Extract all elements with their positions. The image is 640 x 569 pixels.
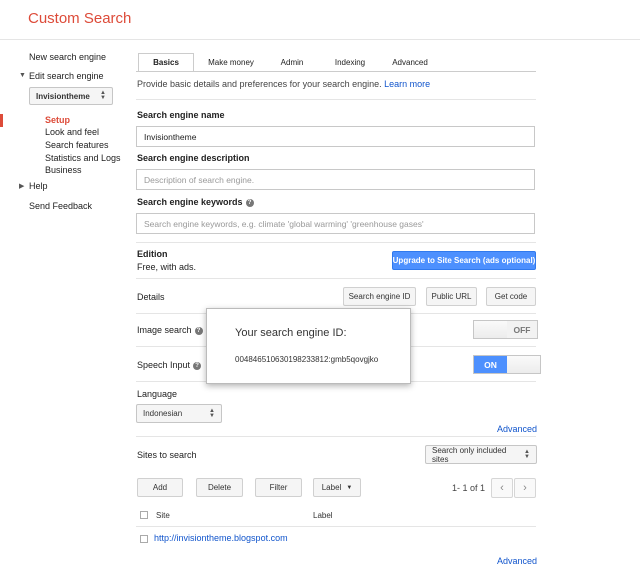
divider bbox=[136, 278, 536, 279]
dropdown-arrow-icon: ▼ bbox=[346, 484, 353, 491]
select-arrows-icon: ▲ ▼ bbox=[209, 407, 215, 419]
sidebar-new-engine-link[interactable]: New search engine bbox=[29, 52, 106, 62]
label-column-header[interactable]: Label bbox=[313, 511, 333, 520]
divider bbox=[136, 526, 536, 527]
divider bbox=[136, 436, 536, 437]
row-checkbox[interactable] bbox=[140, 535, 148, 543]
sidebar-item-statistics[interactable]: Statistics and Logs bbox=[45, 153, 121, 163]
name-input[interactable]: Invisiontheme bbox=[136, 126, 535, 147]
speech-input-label-row: Speech Input? bbox=[137, 360, 202, 370]
active-indicator bbox=[0, 114, 3, 127]
sidebar-edit-engine-link[interactable]: Edit search engine bbox=[29, 71, 104, 81]
speech-input-label: Speech Input bbox=[137, 360, 191, 370]
speech-input-toggle[interactable]: ON bbox=[473, 355, 541, 374]
pager-text: 1- 1 of 1 bbox=[452, 483, 486, 493]
sidebar-feedback-link[interactable]: Send Feedback bbox=[29, 201, 92, 211]
keywords-label-row: Search engine keywords? bbox=[137, 197, 254, 207]
description-input[interactable]: Description of search engine. bbox=[136, 169, 535, 190]
site-row-link[interactable]: http://invisiontheme.blogspot.com bbox=[154, 533, 288, 543]
engine-select-value: Invisiontheme bbox=[36, 91, 90, 101]
divider bbox=[136, 242, 536, 243]
next-page-icon[interactable]: › bbox=[514, 478, 536, 498]
sidebar-help-link[interactable]: Help bbox=[29, 181, 48, 191]
delete-button[interactable]: Delete bbox=[196, 478, 243, 497]
description-label: Search engine description bbox=[137, 153, 250, 163]
image-search-toggle[interactable]: OFF bbox=[473, 320, 538, 339]
filter-button[interactable]: Filter bbox=[255, 478, 302, 497]
public-url-button[interactable]: Public URL bbox=[426, 287, 477, 306]
intro-description: Provide basic details and preferences fo… bbox=[137, 79, 382, 89]
image-search-label: Image search bbox=[137, 325, 192, 335]
divider bbox=[136, 99, 536, 100]
site-scope-select[interactable]: Search only included sites ▲ ▼ bbox=[425, 445, 537, 464]
language-label: Language bbox=[137, 389, 178, 399]
edition-value: Free, with ads. bbox=[137, 262, 197, 272]
name-label: Search engine name bbox=[137, 110, 225, 120]
search-engine-id-popup: Your search engine ID: 00484651063019823… bbox=[206, 308, 411, 384]
image-search-label-row: Image search? bbox=[137, 325, 203, 335]
label-dropdown[interactable]: Label ▼ bbox=[313, 478, 361, 497]
search-engine-id-button[interactable]: Search engine ID bbox=[343, 287, 416, 306]
sites-advanced-link[interactable]: Advanced bbox=[497, 556, 537, 566]
upgrade-button[interactable]: Upgrade to Site Search (ads optional) bbox=[392, 251, 536, 270]
toggle-knob bbox=[507, 356, 540, 373]
engine-select[interactable]: Invisiontheme ▲ ▼ bbox=[29, 87, 113, 105]
select-arrows-icon: ▲ ▼ bbox=[100, 90, 106, 101]
help-icon[interactable]: ? bbox=[245, 198, 254, 207]
toggle-knob bbox=[474, 321, 507, 338]
language-select-value: Indonesian bbox=[143, 409, 183, 418]
keywords-label: Search engine keywords bbox=[137, 197, 243, 207]
select-all-checkbox[interactable] bbox=[140, 511, 148, 519]
help-icon[interactable]: ? bbox=[194, 326, 203, 335]
sites-label: Sites to search bbox=[137, 450, 197, 460]
details-label: Details bbox=[137, 292, 165, 302]
site-scope-value: Search only included sites bbox=[432, 445, 507, 464]
expand-down-icon[interactable]: ▼ bbox=[19, 72, 26, 79]
toggle-state: OFF bbox=[507, 321, 537, 338]
popup-title: Your search engine ID: bbox=[235, 327, 347, 339]
learn-more-link[interactable]: Learn more bbox=[384, 79, 430, 89]
tab-divider bbox=[136, 71, 536, 72]
sidebar-item-search-features[interactable]: Search features bbox=[45, 140, 109, 150]
tab-make-money[interactable]: Make money bbox=[198, 53, 264, 72]
expand-right-icon[interactable]: ▶ bbox=[19, 182, 24, 190]
tab-indexing[interactable]: Indexing bbox=[322, 53, 378, 72]
language-select[interactable]: Indonesian ▲ ▼ bbox=[136, 404, 222, 423]
add-button[interactable]: Add bbox=[137, 478, 183, 497]
app-title[interactable]: Custom Search bbox=[28, 10, 131, 27]
tab-advanced[interactable]: Advanced bbox=[382, 53, 438, 72]
advanced-link[interactable]: Advanced bbox=[497, 424, 537, 434]
tab-basics[interactable]: Basics bbox=[138, 53, 194, 72]
prev-page-icon[interactable]: ‹ bbox=[491, 478, 513, 498]
sidebar-item-look-and-feel[interactable]: Look and feel bbox=[45, 127, 99, 137]
get-code-button[interactable]: Get code bbox=[486, 287, 536, 306]
keywords-input[interactable]: Search engine keywords, e.g. climate 'gl… bbox=[136, 213, 535, 234]
site-column-header[interactable]: Site bbox=[156, 511, 170, 520]
intro-text: Provide basic details and preferences fo… bbox=[137, 79, 430, 89]
edition-label: Edition bbox=[137, 249, 168, 259]
sidebar-item-business[interactable]: Business bbox=[45, 165, 82, 175]
toggle-state: ON bbox=[474, 356, 507, 373]
label-dropdown-text: Label bbox=[321, 483, 342, 492]
select-arrows-icon: ▲ ▼ bbox=[524, 448, 530, 460]
search-engine-id-value[interactable]: 004846510630198233812:gmb5qovgjko bbox=[235, 355, 378, 364]
help-icon[interactable]: ? bbox=[193, 361, 202, 370]
tab-admin[interactable]: Admin bbox=[268, 53, 316, 72]
sidebar-item-setup[interactable]: Setup bbox=[45, 115, 70, 125]
